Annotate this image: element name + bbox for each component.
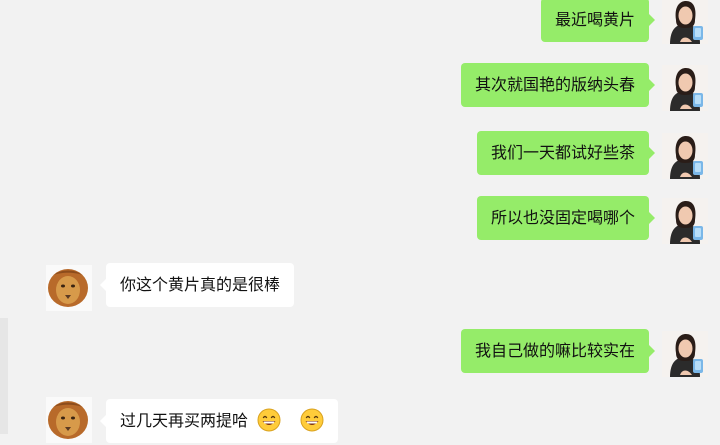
message-text: 所以也没固定喝哪个 xyxy=(490,208,635,227)
lion-avatar-icon xyxy=(46,397,92,443)
woman-avatar-icon xyxy=(662,65,708,111)
outgoing-message-bubble[interactable]: 我自己做的嘛比较实在 xyxy=(460,329,656,373)
contact-avatar[interactable] xyxy=(46,265,92,311)
contact-avatar[interactable] xyxy=(46,397,92,443)
outgoing-message-bubble[interactable]: 最近喝黄片 xyxy=(540,0,656,42)
message-row: 过几天再买两提哈 xyxy=(0,397,720,445)
outgoing-message-bubble[interactable]: 其次就国艳的版纳头春 xyxy=(460,63,656,107)
woman-avatar-icon xyxy=(662,331,708,377)
message-row: 你这个黄片真的是很棒 xyxy=(0,263,720,311)
incoming-message-bubble[interactable]: 过几天再买两提哈 xyxy=(99,399,339,443)
message-row: 我们一天都试好些茶 xyxy=(0,131,720,179)
grin-emoji-icon xyxy=(300,408,324,432)
woman-avatar-icon xyxy=(662,198,708,244)
outgoing-message-bubble[interactable]: 我们一天都试好些茶 xyxy=(476,131,656,175)
lion-avatar-icon xyxy=(46,265,92,311)
woman-avatar-icon xyxy=(662,133,708,179)
woman-avatar-icon xyxy=(662,0,708,44)
message-text: 你这个黄片真的是很棒 xyxy=(120,275,281,294)
message-text: 过几天再买两提哈 xyxy=(120,411,249,430)
message-text: 我自己做的嘛比较实在 xyxy=(474,341,635,360)
grin-emoji-icon xyxy=(257,408,281,432)
message-row: 最近喝黄片 xyxy=(0,0,720,48)
outgoing-message-bubble[interactable]: 所以也没固定喝哪个 xyxy=(476,196,656,240)
contact-avatar[interactable] xyxy=(662,198,708,244)
message-text: 最近喝黄片 xyxy=(554,10,635,29)
message-row: 所以也没固定喝哪个 xyxy=(0,196,720,244)
contact-avatar[interactable] xyxy=(662,133,708,179)
message-text: 其次就国艳的版纳头春 xyxy=(474,75,635,94)
contact-avatar[interactable] xyxy=(662,0,708,44)
chat-message-list[interactable]: 最近喝黄片 其次就国艳的版纳头春 我们一天都试好些茶 所以也没固定喝哪个 你这个… xyxy=(0,0,720,443)
message-row: 我自己做的嘛比较实在 xyxy=(0,329,720,377)
contact-avatar[interactable] xyxy=(662,65,708,111)
message-row: 其次就国艳的版纳头春 xyxy=(0,63,720,111)
incoming-message-bubble[interactable]: 你这个黄片真的是很棒 xyxy=(99,263,295,307)
contact-avatar[interactable] xyxy=(662,331,708,377)
message-text: 我们一天都试好些茶 xyxy=(490,143,635,162)
